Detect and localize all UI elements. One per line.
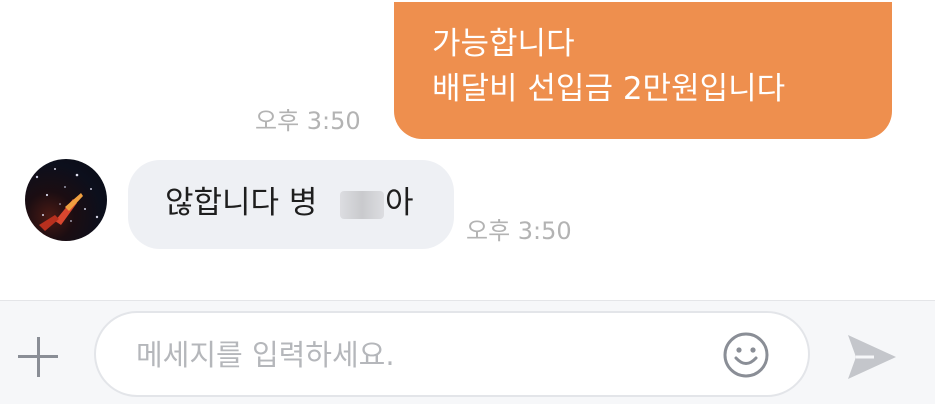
- outgoing-message-time: 오후 3:50: [255, 107, 361, 135]
- incoming-message-text-end: 아: [385, 185, 414, 221]
- send-icon-graphic: [848, 335, 896, 379]
- smiley-icon[interactable]: [721, 330, 771, 380]
- smiley-icon-graphic: [723, 332, 769, 378]
- outgoing-message-line: 배달비 선입금 2만원입니다: [432, 71, 786, 107]
- avatar-image: [35, 168, 99, 231]
- send-icon[interactable]: [844, 329, 900, 385]
- profile-avatar[interactable]: [25, 159, 107, 241]
- outgoing-message-line: 가능합니다: [432, 26, 575, 62]
- incoming-message-bubble[interactable]: 않합니다 병 아: [128, 160, 454, 249]
- message-input[interactable]: [134, 329, 698, 381]
- message-input-container[interactable]: [94, 311, 810, 397]
- message-composer: [0, 300, 935, 404]
- outgoing-message-bubble[interactable]: 가능합니다 배달비 선입금 2만원입니다: [394, 2, 892, 139]
- incoming-message-time: 오후 3:50: [466, 217, 572, 245]
- chat-area: 가능합니다 배달비 선입금 2만원입니다 오후 3:50 않합니다 병 아 오후…: [0, 0, 935, 300]
- redaction-blur: [340, 191, 384, 219]
- incoming-message-text: 않합니다 병: [165, 185, 318, 221]
- plus-icon[interactable]: [14, 333, 62, 381]
